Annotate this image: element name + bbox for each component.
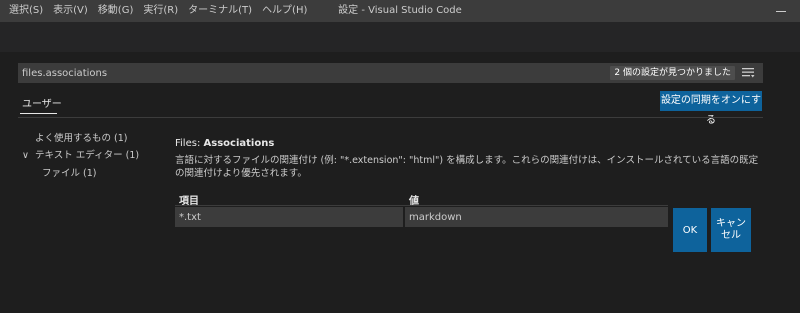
setting-name: Associations: [203, 138, 275, 149]
menu-go[interactable]: 移動(G): [93, 0, 139, 22]
title-bar: 選択(S) 表示(V) 移動(G) 実行(R) ターミナル(T) ヘルプ(H) …: [0, 0, 800, 22]
menu-selection[interactable]: 選択(S): [4, 0, 48, 22]
menu-terminal[interactable]: ターミナル(T): [183, 0, 257, 22]
toc-item-commonly-used[interactable]: よく使用するもの (1): [35, 130, 127, 144]
menu-run[interactable]: 実行(R): [138, 0, 183, 22]
table-header-divider: [175, 205, 668, 206]
setting-title: Files: Associations: [175, 138, 274, 149]
ok-button[interactable]: OK: [673, 208, 707, 252]
turn-on-sync-button[interactable]: 設定の同期をオンにする: [660, 91, 762, 126]
chevron-down-icon: ∨: [22, 150, 29, 161]
header-divider: [18, 117, 763, 118]
minimize-icon: [776, 10, 786, 12]
menu-bar: 選択(S) 表示(V) 移動(G) 実行(R) ターミナル(T) ヘルプ(H): [4, 0, 312, 22]
tab-user[interactable]: ユーザー: [22, 95, 62, 110]
toc-item-text-editor[interactable]: ∨ テキスト エディター (1): [22, 147, 139, 161]
setting-description: 言語に対するファイルの関連付け (例: "*.extension": "html…: [175, 155, 759, 179]
menu-view[interactable]: 表示(V): [48, 0, 93, 22]
minimize-button[interactable]: [770, 0, 792, 22]
settings-search-input[interactable]: [18, 63, 618, 83]
cancel-button[interactable]: キャンセル: [711, 208, 751, 252]
setting-category: Files:: [175, 138, 204, 149]
result-count-badge: 2 個の設定が見つかりました: [610, 66, 735, 80]
editor-tab-strip: [0, 22, 800, 52]
active-tab-indicator: [20, 113, 57, 114]
toc-item-text-editor-label: テキスト エディター (1): [35, 150, 140, 161]
filter-list-icon[interactable]: [742, 67, 755, 79]
toc-item-files[interactable]: ファイル (1): [42, 165, 96, 179]
item-key-input[interactable]: [175, 207, 403, 227]
item-value-input[interactable]: [405, 207, 668, 227]
settings-search-box: 2 個の設定が見つかりました: [18, 63, 763, 83]
menu-help[interactable]: ヘルプ(H): [257, 0, 312, 22]
